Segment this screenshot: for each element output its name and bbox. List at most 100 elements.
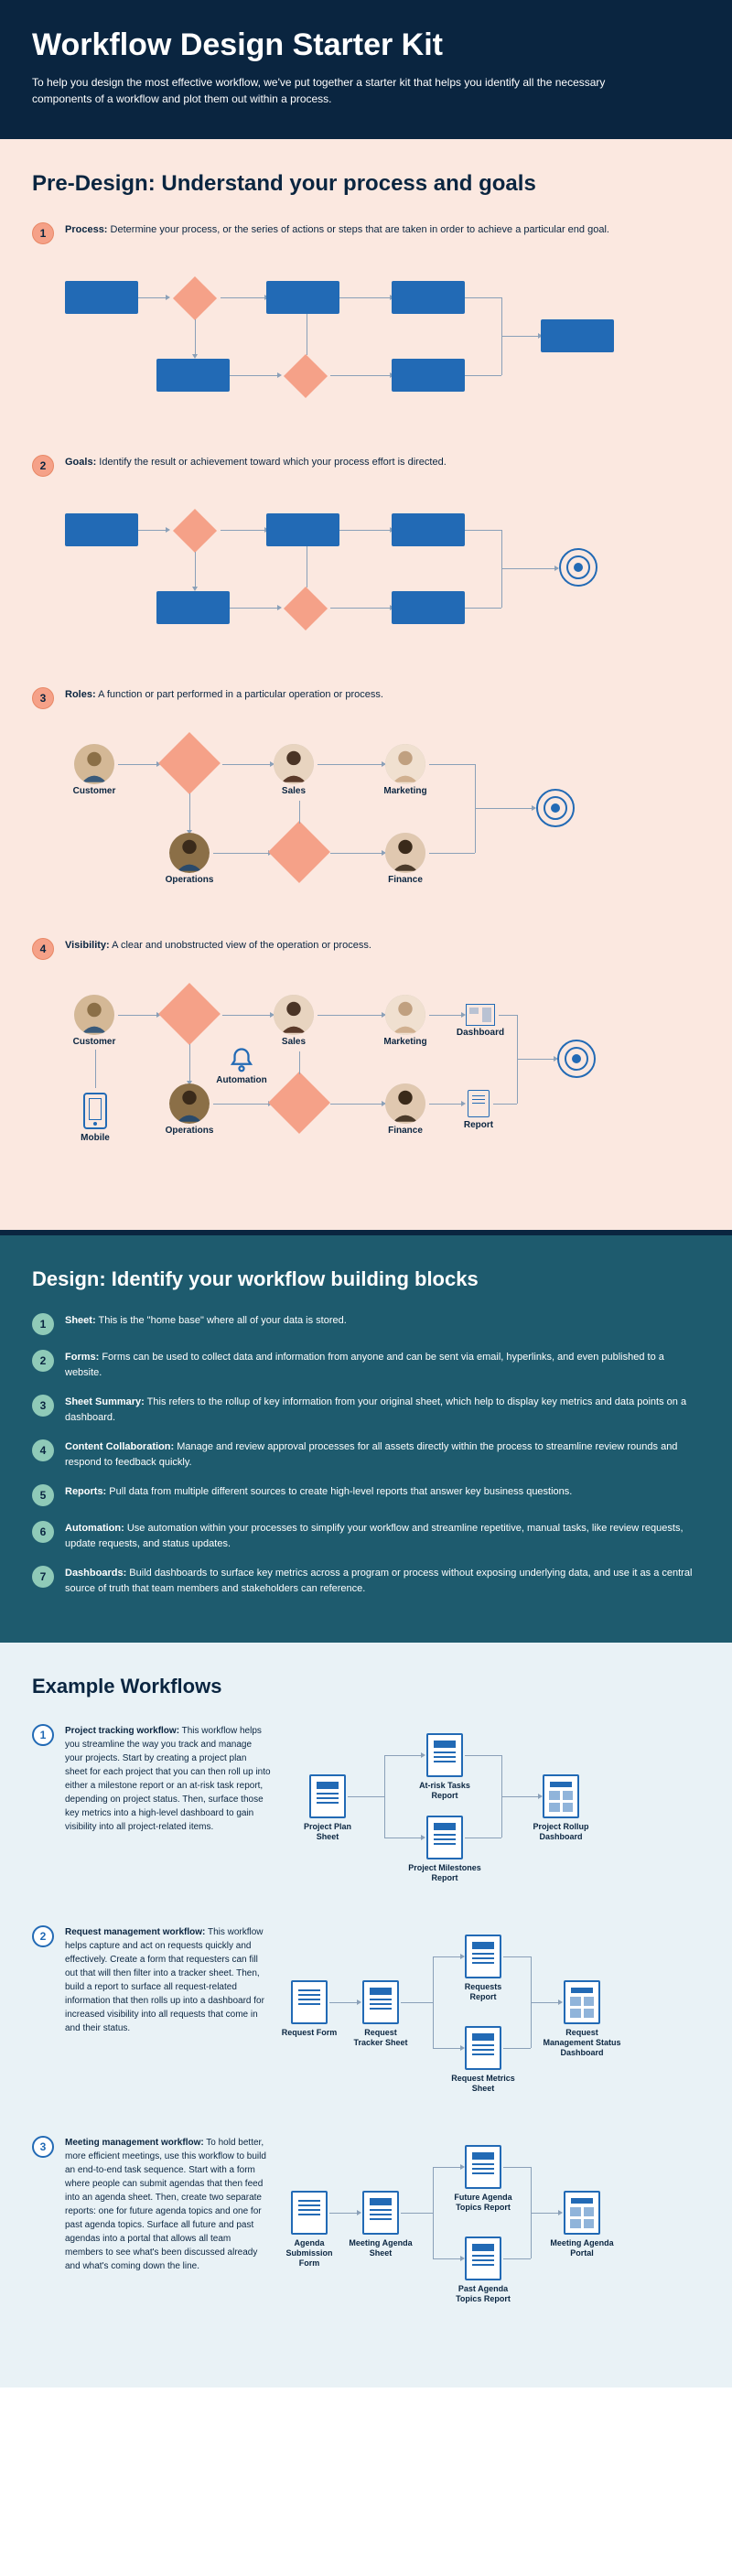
design-item: 3Sheet Summary: This refers to the rollu… — [32, 1395, 700, 1425]
page-title: Workflow Design Starter Kit — [32, 27, 700, 63]
avatar-operations — [169, 833, 210, 873]
flow-line — [429, 764, 475, 765]
predesign-item-process: 1 Process: Determine your process, or th… — [32, 222, 700, 244]
step-number: 5 — [32, 1484, 54, 1506]
report-icon — [465, 2145, 501, 2189]
step-text: Forms: Forms can be used to collect data… — [65, 1350, 700, 1380]
example-project-tracking: 1 Project tracking workflow: This workfl… — [32, 1724, 700, 1889]
example-meeting-mgmt: 3 Meeting management workflow: To hold b… — [32, 2136, 700, 2319]
flow-decision — [158, 983, 221, 1045]
flow-box — [392, 359, 465, 392]
role-label: Operations — [156, 875, 222, 885]
section-examples: Example Workflows 1 Project tracking wor… — [0, 1643, 732, 2387]
flow-arrow — [339, 297, 390, 298]
example-flowchart: Request Form Request Tracker Sheet Reque… — [282, 1925, 700, 2099]
role-label: Mobile — [70, 1133, 121, 1143]
flow-decision — [158, 732, 221, 794]
flow-arrow — [429, 1104, 461, 1105]
flow-arrow — [318, 1015, 382, 1016]
flow-arrow — [222, 764, 270, 765]
doc-label: Requests Report — [451, 1982, 515, 2002]
flow-box — [156, 359, 230, 392]
step-number: 4 — [32, 938, 54, 960]
predesign-title: Pre-Design: Understand your process and … — [32, 171, 700, 197]
flow-arrow — [138, 297, 166, 298]
flow-arrow — [384, 1755, 421, 1756]
step-text: Goals: Identify the result or achievemen… — [65, 455, 700, 470]
flow-arrow — [230, 375, 277, 376]
role-label: Finance — [376, 875, 435, 885]
flow-box — [156, 591, 230, 624]
flow-arrow — [213, 853, 268, 854]
doc-label: Past Agenda Topics Report — [445, 2284, 522, 2304]
flow-arrow — [501, 336, 538, 337]
doc-label: Meeting Agenda Sheet — [349, 2238, 413, 2258]
step-number: 3 — [32, 1395, 54, 1417]
avatar-marketing — [385, 995, 425, 1035]
role-label: Customer — [65, 1037, 124, 1047]
flow-arrow — [189, 1044, 190, 1081]
roles-flowchart: Customer Sales Marketing Operations Fina… — [65, 737, 700, 911]
flow-line — [384, 1755, 385, 1838]
doc-label: Meeting Agenda Portal — [547, 2238, 617, 2258]
step-number: 2 — [32, 1925, 54, 1947]
avatar-operations — [169, 1083, 210, 1124]
flow-arrow — [339, 530, 390, 531]
page-subtitle: To help you design the most effective wo… — [32, 74, 627, 107]
form-icon — [291, 1980, 328, 2024]
flow-line — [348, 1796, 384, 1797]
flow-line — [503, 1956, 531, 1957]
flow-arrow — [531, 2002, 558, 2003]
flow-arrow — [221, 297, 264, 298]
flow-arrow — [222, 1015, 270, 1016]
flow-decision — [173, 509, 217, 553]
avatar-customer — [74, 744, 114, 784]
example-text: Project tracking workflow: This workflow… — [65, 1724, 271, 1889]
step-number: 2 — [32, 1350, 54, 1372]
flow-arrow — [330, 1104, 382, 1105]
flow-arrow — [118, 764, 156, 765]
avatar-customer — [74, 995, 114, 1035]
doc-label: Request Form — [279, 2028, 339, 2038]
design-title: Design: Identify your workflow building … — [32, 1267, 700, 1291]
flow-arrow — [433, 2167, 460, 2168]
design-item: 6Automation: Use automation within your … — [32, 1521, 700, 1551]
report-icon — [465, 2236, 501, 2280]
sheet-icon — [309, 1774, 346, 1818]
role-label: Operations — [156, 1126, 222, 1136]
example-text: Meeting management workflow: To hold bet… — [65, 2136, 271, 2319]
flow-arrow — [189, 793, 190, 830]
flow-line — [433, 2167, 434, 2258]
goals-flowchart — [65, 504, 700, 660]
role-label: Marketing — [376, 786, 435, 796]
flow-arrow — [118, 1015, 156, 1016]
doc-label: Project Rollup Dashboard — [524, 1822, 597, 1842]
flow-arrow — [213, 1104, 268, 1105]
flow-arrow — [330, 853, 382, 854]
step-number: 4 — [32, 1439, 54, 1461]
flow-arrow — [195, 319, 196, 354]
role-label: Finance — [376, 1126, 435, 1136]
flow-arrow — [433, 2048, 460, 2049]
avatar-sales — [274, 995, 314, 1035]
flow-decision — [284, 354, 328, 398]
avatar-finance — [385, 833, 425, 873]
flow-line — [465, 608, 501, 609]
doc-label: Request Metrics Sheet — [445, 2074, 522, 2094]
predesign-item-visibility: 4 Visibility: A clear and unobstructed v… — [32, 938, 700, 960]
design-item: 2 Forms: Forms can be used to collect dat… — [32, 1350, 700, 1380]
flow-arrow — [475, 808, 532, 809]
flow-line — [429, 853, 475, 854]
flow-line — [401, 2213, 433, 2214]
flow-arrow — [501, 568, 554, 569]
flow-arrow — [531, 2213, 558, 2214]
role-label: Automation — [214, 1075, 269, 1085]
step-text: Reports: Pull data from multiple differe… — [65, 1484, 700, 1500]
step-text: Roles: A function or part performed in a… — [65, 687, 700, 703]
step-number: 3 — [32, 2136, 54, 2158]
examples-title: Example Workflows — [32, 1675, 700, 1698]
avatar-sales — [274, 744, 314, 784]
report-icon — [468, 1090, 490, 1117]
visibility-flowchart: Customer Sales Marketing Dashboard Mobil… — [65, 987, 700, 1170]
flow-line — [401, 2002, 433, 2003]
